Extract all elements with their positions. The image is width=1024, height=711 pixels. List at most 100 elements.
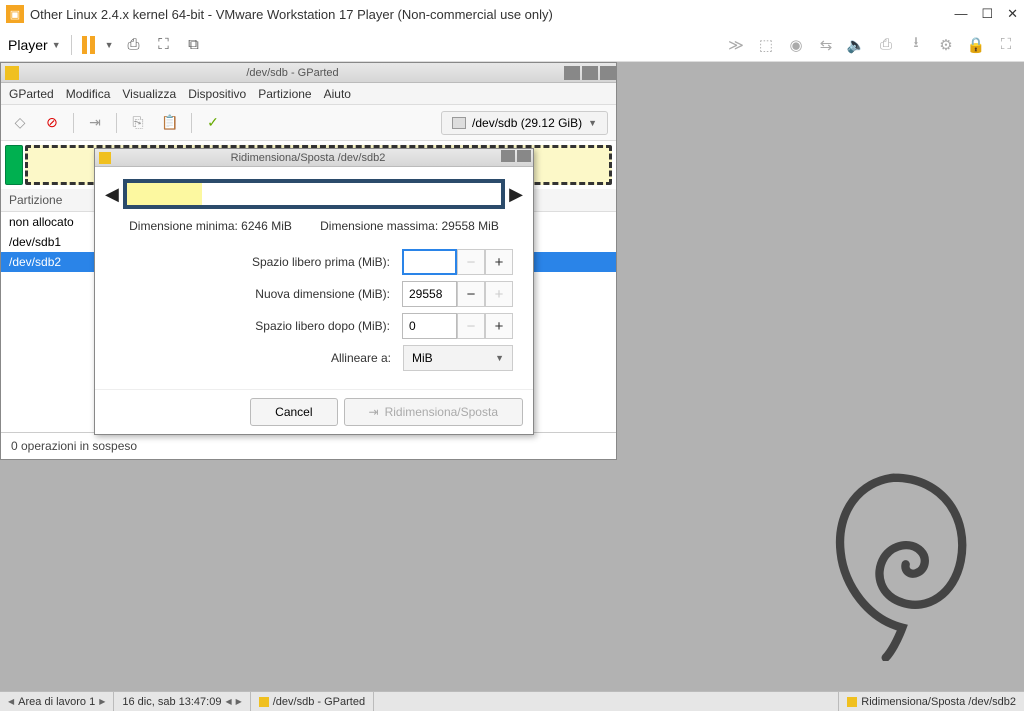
dialog-title: Ridimensiona/Sposta /dev/sdb2 — [115, 152, 501, 164]
arrow-left-icon[interactable]: ◀ — [105, 184, 119, 205]
pause-icon[interactable] — [82, 36, 95, 54]
download-icon[interactable]: ⭳ — [906, 36, 926, 54]
app-icon — [99, 152, 111, 164]
disk-icon[interactable]: ⬚ — [756, 36, 776, 54]
chevron-down-icon[interactable]: ▼ — [105, 40, 114, 50]
task-gparted[interactable]: /dev/sdb - GParted — [251, 692, 374, 711]
triangle-left-icon: ◀ — [225, 697, 231, 706]
resize-dialog: Ridimensiona/Sposta /dev/sdb2 ◀ ▶ Dimens… — [94, 148, 534, 435]
min-icon[interactable] — [564, 66, 580, 80]
disk-icon — [452, 117, 466, 129]
cancel-label: Cancel — [275, 405, 312, 419]
app-icon — [847, 697, 857, 707]
menu-gparted[interactable]: GParted — [9, 87, 54, 101]
workspace-switcher[interactable]: ◀ Area di lavoro 1 ▶ — [0, 692, 114, 711]
free-before-input[interactable] — [402, 249, 457, 275]
minus-button[interactable]: − — [457, 281, 485, 307]
partition1-graphic[interactable] — [5, 145, 23, 185]
resize-move-button[interactable]: ⇥ Ridimensiona/Sposta — [344, 398, 523, 426]
apply-icon[interactable]: ✓ — [202, 112, 224, 134]
separator — [71, 35, 72, 55]
used-region — [127, 183, 202, 205]
resize-icon[interactable]: ⇥ — [84, 112, 106, 134]
player-menu[interactable]: Player ▼ — [8, 37, 61, 53]
plus-button[interactable]: + — [485, 281, 513, 307]
player-label: Player — [8, 37, 48, 53]
max-icon[interactable] — [501, 150, 515, 162]
workspace-label: Area di lavoro 1 — [18, 696, 95, 708]
menu-partition[interactable]: Partizione — [258, 87, 311, 101]
fastforward-icon[interactable]: ≫ — [726, 36, 746, 54]
triangle-right-icon: ▶ — [236, 697, 242, 706]
minus-button[interactable]: − — [457, 313, 485, 339]
sound-icon[interactable]: 🔈 — [846, 36, 866, 54]
chevron-down-icon: ▼ — [495, 353, 504, 363]
clock[interactable]: 16 dic, sab 13:47:09 ◀ ▶ — [114, 692, 250, 711]
pending-operations: 0 operazioni in sospeso — [1, 432, 616, 459]
resize-icon: ⇥ — [369, 405, 379, 419]
col-header-partition[interactable]: Partizione — [1, 189, 101, 211]
align-value: MiB — [412, 351, 433, 365]
new-size-input[interactable] — [402, 281, 457, 307]
gear-icon[interactable]: ⚙ — [936, 36, 956, 54]
free-after-input[interactable] — [402, 313, 457, 339]
menu-help[interactable]: Aiuto — [324, 87, 351, 101]
fullscreen-icon[interactable]: ⛶ — [154, 36, 174, 54]
separator — [116, 113, 117, 133]
vmware-titlebar: ▣ Other Linux 2.4.x kernel 64-bit - VMwa… — [0, 0, 1024, 28]
triangle-right-icon: ▶ — [99, 697, 105, 706]
chevron-down-icon: ▼ — [52, 40, 61, 50]
partition-name: non allocato — [9, 215, 74, 229]
printer-icon[interactable]: ⎙ — [876, 36, 896, 54]
lock-icon[interactable]: 🔒 — [966, 36, 986, 54]
dialog-titlebar[interactable]: Ridimensiona/Sposta /dev/sdb2 — [95, 149, 533, 167]
menu-device[interactable]: Dispositivo — [188, 87, 246, 101]
confirm-label: Ridimensiona/Sposta — [385, 405, 498, 419]
arrow-right-icon[interactable]: ▶ — [509, 184, 523, 205]
free-before-label: Spazio libero prima (MiB): — [115, 255, 402, 269]
minus-button[interactable]: − — [457, 249, 485, 275]
gparted-title: /dev/sdb - GParted — [23, 67, 562, 79]
new-icon[interactable]: ◇ — [9, 112, 31, 134]
paste-icon[interactable]: 📋 — [159, 112, 181, 134]
maximize-button[interactable]: ☐ — [981, 6, 993, 22]
partition-name: /dev/sdb2 — [9, 255, 61, 269]
align-label: Allineare a: — [115, 351, 403, 365]
cd-icon[interactable]: ◉ — [786, 36, 806, 54]
send-keys-icon[interactable]: ⎙ — [124, 36, 144, 54]
app-icon — [259, 697, 269, 707]
gparted-titlebar[interactable]: /dev/sdb - GParted — [1, 63, 616, 83]
align-select[interactable]: MiB ▼ — [403, 345, 513, 371]
vmware-logo-icon: ▣ — [6, 5, 24, 23]
new-size-label: Nuova dimensione (MiB): — [115, 287, 402, 301]
fullscreen2-icon[interactable]: ⛶ — [996, 36, 1016, 54]
vmware-toolbar: Player ▼ ▼ ⎙ ⛶ ⧉ ≫ ⬚ ◉ ⇆ 🔈 ⎙ ⭳ ⚙ 🔒 ⛶ — [0, 28, 1024, 62]
datetime-label: 16 dic, sab 13:47:09 — [122, 696, 221, 708]
min-size-label: Dimensione minima: 6246 MiB — [129, 219, 292, 233]
separator — [73, 113, 74, 133]
task-label: /dev/sdb - GParted — [273, 696, 365, 708]
close-icon[interactable] — [600, 66, 616, 80]
task-resize-dialog[interactable]: Ridimensiona/Sposta /dev/sdb2 — [838, 692, 1024, 711]
guest-desktop: /dev/sdb - GParted GParted Modifica Visu… — [0, 62, 1024, 691]
max-icon[interactable] — [582, 66, 598, 80]
task-label: Ridimensiona/Sposta /dev/sdb2 — [861, 696, 1016, 708]
resize-slider[interactable] — [123, 179, 505, 209]
menu-edit[interactable]: Modifica — [66, 87, 111, 101]
menu-view[interactable]: Visualizza — [122, 87, 176, 101]
gparted-toolbar: ◇ ⊘ ⇥ ⎘ 📋 ✓ /dev/sdb (29.12 GiB) ▼ — [1, 105, 616, 141]
network-icon[interactable]: ⇆ — [816, 36, 836, 54]
free-after-label: Spazio libero dopo (MiB): — [115, 319, 402, 333]
plus-button[interactable]: + — [485, 249, 513, 275]
unity-icon[interactable]: ⧉ — [184, 36, 204, 54]
cancel-button[interactable]: Cancel — [250, 398, 337, 426]
triangle-left-icon: ◀ — [8, 697, 14, 706]
delete-icon[interactable]: ⊘ — [41, 112, 63, 134]
close-icon[interactable] — [517, 150, 531, 162]
close-button[interactable]: ✕ — [1007, 6, 1018, 22]
partition-name: /dev/sdb1 — [9, 235, 61, 249]
device-selector[interactable]: /dev/sdb (29.12 GiB) ▼ — [441, 111, 608, 135]
plus-button[interactable]: + — [485, 313, 513, 339]
copy-icon[interactable]: ⎘ — [127, 112, 149, 134]
minimize-button[interactable]: — — [954, 6, 967, 22]
